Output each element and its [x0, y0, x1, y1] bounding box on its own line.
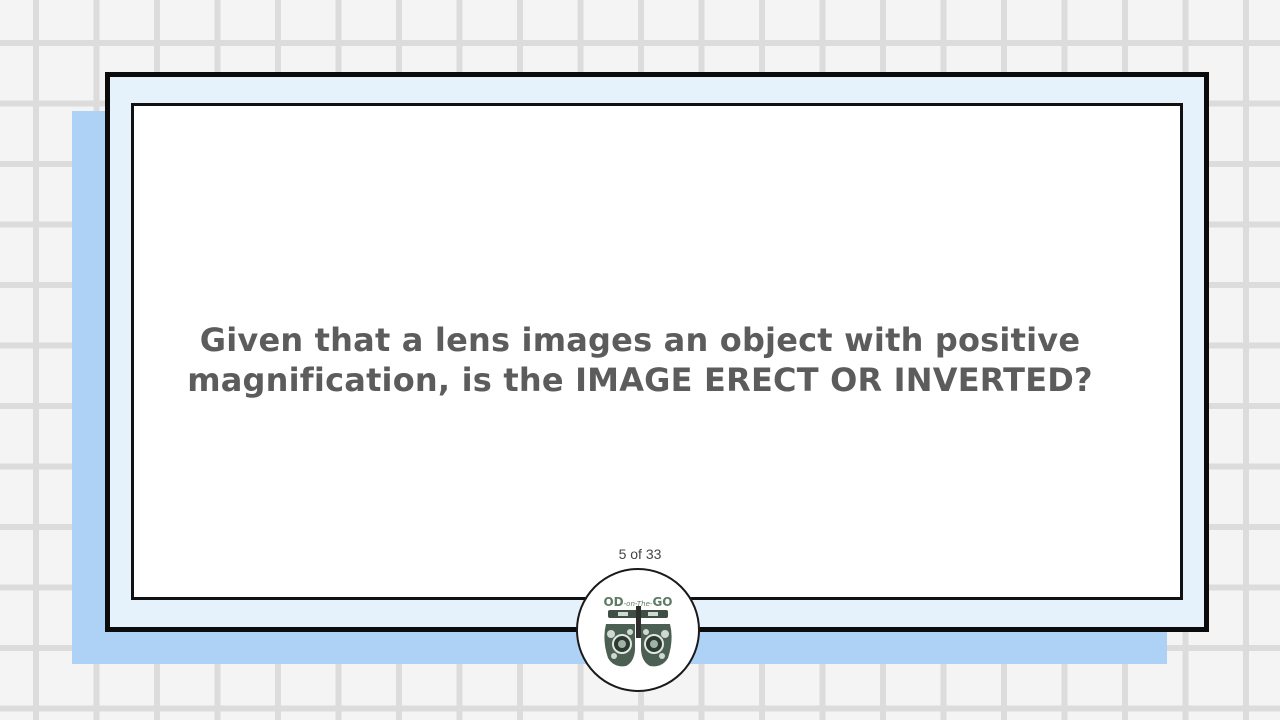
question-line-2: magnification, is the IMAGE ERECT OR INV… [187, 361, 1093, 399]
logo-badge: OD-on-The-GO [576, 568, 700, 692]
phoropter-icon: OD-on-The-GO [603, 595, 673, 667]
slide-counter: 5 of 33 [618, 546, 662, 562]
question-line-1: Given that a lens images an object with … [199, 321, 1081, 359]
question-text: Given that a lens images an object with … [140, 320, 1140, 400]
